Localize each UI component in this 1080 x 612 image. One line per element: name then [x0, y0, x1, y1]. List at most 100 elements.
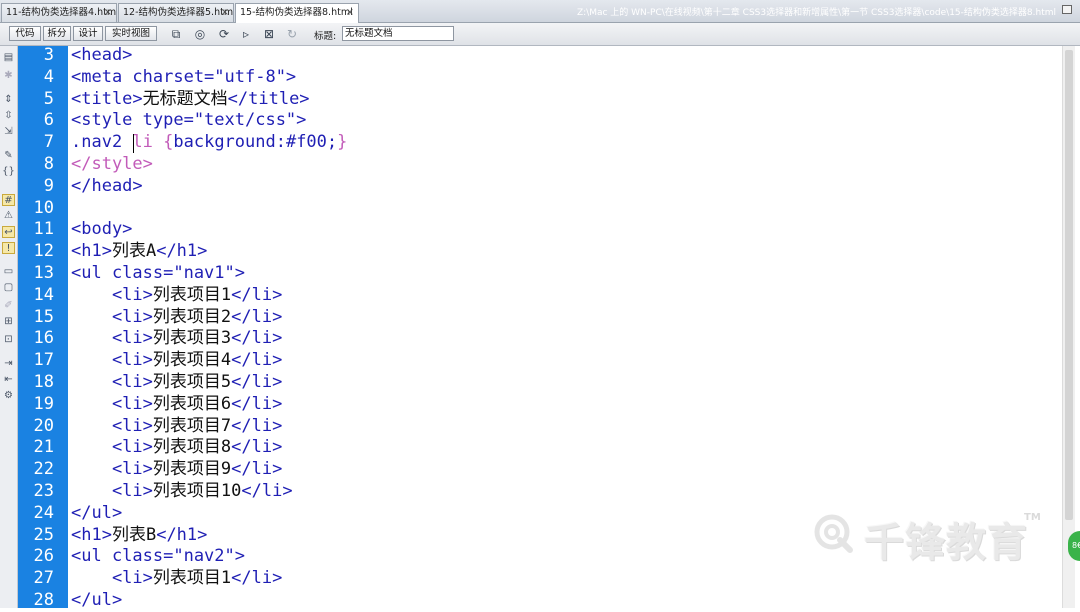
qianfeng-watermark: 千锋教育 TM [812, 508, 1062, 566]
code-line[interactable]: <li>列表项目6</li> [71, 394, 282, 416]
split-view-button[interactable]: 拆分 [43, 26, 71, 41]
preview-icon[interactable]: ◎ [192, 27, 208, 41]
code-token: </ul> [71, 502, 123, 523]
code-token: <style type="text/css"> [71, 110, 307, 131]
tab-file-11[interactable]: 11-结构伪类选择器4.html × [1, 3, 117, 22]
code-token: <head> [71, 46, 133, 65]
code-line[interactable]: <li>列表项目10</li> [71, 481, 293, 503]
line-number: 17 [33, 350, 54, 371]
code-token: </ul> [71, 590, 123, 608]
code-token: <li> [71, 568, 153, 589]
code-line[interactable]: <li>列表项目1</li> [71, 568, 282, 590]
code-token: 列表项目7 [152, 415, 232, 436]
code-token: } [337, 132, 348, 153]
code-token: </li> [231, 350, 283, 371]
code-line[interactable]: <li>列表项目4</li> [71, 350, 282, 372]
code-token: 列表A [111, 241, 157, 262]
code-token: 无标题文档 [142, 88, 228, 109]
code-token: <li> [71, 328, 153, 349]
line-number: 13 [33, 263, 54, 283]
code-token: </li> [231, 568, 283, 589]
code-line[interactable]: <li>列表项目8</li> [71, 437, 282, 459]
line-number: 8 [43, 154, 54, 174]
line-number: 23 [33, 481, 54, 501]
code-line[interactable]: <li>列表项目3</li> [71, 328, 282, 350]
live-view-button[interactable]: 实时视图 [105, 26, 157, 41]
code-line[interactable]: <h1>列表A</h1> [71, 241, 207, 263]
qianfeng-logo-icon [814, 514, 853, 553]
code-token: <li> [71, 481, 153, 501]
code-token: <ul class="nav2"> [71, 546, 245, 567]
code-line[interactable]: </ul> [71, 590, 122, 608]
code-token: 列表项目1 [152, 284, 232, 305]
tab-file-12[interactable]: 12-结构伪类选择器5.html × [118, 3, 234, 22]
code-token: </style> [71, 154, 153, 174]
code-token: <h1> [71, 524, 112, 545]
line-number: 5 [43, 88, 54, 109]
code-token: 列表项目8 [152, 437, 232, 458]
line-number: 15 [33, 306, 54, 327]
reload-icon[interactable]: ↻ [284, 27, 300, 41]
code-line[interactable]: <li>列表项目7</li> [71, 416, 282, 438]
code-line[interactable]: <li>列表项目9</li> [71, 459, 282, 481]
code-token: <li> [71, 415, 153, 436]
code-line[interactable]: .nav2 li {background:#f00;} [71, 132, 347, 154]
code-token: <li> [71, 437, 153, 458]
code-token: </li> [231, 393, 283, 414]
code-line[interactable]: <h1>列表B</h1> [71, 525, 207, 547]
restore-window-icon[interactable] [1062, 5, 1072, 14]
code-line[interactable]: <meta charset="utf-8"> [71, 67, 296, 89]
code-token: 列表项目3 [152, 328, 232, 349]
line-number: 21 [33, 437, 54, 458]
code-token: 列表项目9 [152, 459, 232, 480]
design-view-button[interactable]: 设计 [73, 26, 103, 41]
code-token: 列表项目5 [152, 372, 232, 392]
code-line[interactable]: <head> [71, 46, 132, 67]
code-token: 列表项目1 [152, 568, 232, 589]
code-token: <li> [71, 306, 153, 327]
code-line[interactable]: <ul class="nav2"> [71, 546, 245, 568]
code-line[interactable]: <li>列表项目2</li> [71, 307, 282, 329]
code-line[interactable]: </style> [71, 154, 153, 176]
document-title-input[interactable]: 无标题文档 [342, 26, 454, 41]
code-line[interactable]: </ul> [71, 503, 122, 525]
code-line[interactable]: <ul class="nav1"> [71, 263, 245, 285]
line-number: 18 [33, 372, 54, 392]
line-number: 25 [33, 524, 54, 545]
refresh-design-icon[interactable]: ⟳ [216, 27, 232, 41]
line-number: 16 [33, 328, 54, 349]
code-token: </head> [71, 175, 143, 196]
code-token: 列表项目10 [152, 481, 242, 501]
code-line[interactable]: <style type="text/css"> [71, 110, 306, 132]
code-view-button[interactable]: 代码 [9, 26, 41, 41]
tab-label: 15-结构伪类选择器8.html [240, 7, 353, 18]
code-token: </li> [231, 306, 283, 327]
vertical-scrollbar[interactable] [1062, 46, 1075, 608]
code-line[interactable]: <li>列表项目5</li> [71, 372, 282, 394]
code-token: <li> [71, 372, 153, 392]
code-token: 列表项目6 [152, 393, 232, 414]
code-token: <h1> [71, 241, 112, 262]
code-line[interactable]: <body> [71, 219, 132, 241]
tab-file-15-active[interactable]: 15-结构伪类选择器8.html × [235, 3, 359, 23]
close-icon[interactable]: × [104, 4, 112, 22]
visual-aids-icon[interactable]: ▹ [238, 27, 254, 41]
line-number: 27 [33, 568, 54, 589]
code-token: <title> [71, 88, 143, 109]
line-number: 4 [43, 66, 54, 87]
close-icon[interactable]: × [221, 4, 229, 22]
scrollbar-thumb[interactable] [1065, 50, 1073, 520]
code-token: 列表项目2 [152, 306, 232, 327]
code-line[interactable]: <li>列表项目1</li> [71, 285, 282, 307]
check-page-icon[interactable]: ⊠ [261, 27, 277, 41]
file-management-icon[interactable]: ⧉ [168, 27, 184, 41]
code-token: <li> [71, 284, 153, 305]
code-token: <li> [71, 393, 153, 414]
code-token: </title> [227, 88, 310, 109]
code-token: 列表项目4 [152, 350, 232, 371]
floating-status-badge[interactable]: 8€ [1068, 531, 1080, 561]
line-number: 24 [33, 502, 54, 523]
code-line[interactable]: </head> [71, 176, 143, 198]
close-icon[interactable]: × [346, 4, 354, 22]
code-line[interactable]: <title>无标题文档</title> [71, 89, 310, 111]
